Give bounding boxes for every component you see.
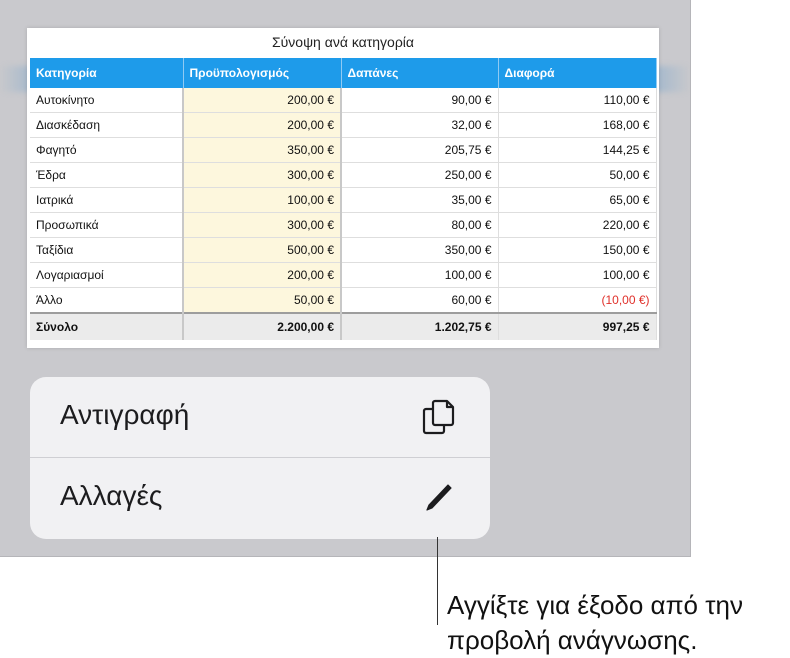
- difference-cell-negative: (10,00 €): [498, 287, 657, 314]
- category-cell: Έδρα: [30, 162, 184, 188]
- difference-cell: 65,00 €: [498, 187, 657, 213]
- summary-table: Κατηγορία Προϋπολογισμός Δαπάνες Διαφορά…: [30, 58, 657, 340]
- budget-cell: 100,00 €: [183, 187, 342, 213]
- expenses-cell: 350,00 €: [341, 237, 499, 263]
- edit-label: Αλλαγές: [60, 480, 163, 511]
- header-difference: Διαφορά: [498, 58, 657, 88]
- budget-cell: 350,00 €: [183, 137, 342, 163]
- copy-label: Αντιγραφή: [60, 399, 190, 430]
- budget-cell: 200,00 €: [183, 112, 342, 138]
- budget-cell: 50,00 €: [183, 287, 342, 314]
- expenses-cell: 90,00 €: [341, 88, 499, 113]
- total-expenses: 1.202,75 €: [341, 312, 499, 340]
- header-expenses: Δαπάνες: [341, 58, 499, 88]
- copy-icon: [422, 399, 455, 435]
- total-label: Σύνολο: [30, 312, 184, 340]
- header-budget: Προϋπολογισμός: [183, 58, 342, 88]
- table-row: Φαγητό 350,00 € 205,75 € 144,25 €: [30, 137, 657, 163]
- edit-menu-item[interactable]: Αλλαγές: [30, 458, 490, 538]
- table-row: Άλλο 50,00 € 60,00 € (10,00 €): [30, 287, 657, 314]
- table-row: Ιατρικά 100,00 € 35,00 € 65,00 €: [30, 187, 657, 213]
- header-category: Κατηγορία: [30, 58, 184, 88]
- budget-cell: 500,00 €: [183, 237, 342, 263]
- table-header-row: Κατηγορία Προϋπολογισμός Δαπάνες Διαφορά: [30, 58, 657, 88]
- table-title: Σύνοψη ανά κατηγορία: [271, 34, 415, 50]
- context-menu: Αντιγραφή Αλλαγές: [30, 377, 490, 539]
- difference-cell: 220,00 €: [498, 212, 657, 238]
- expenses-cell: 100,00 €: [341, 262, 499, 288]
- table-row: Έδρα 300,00 € 250,00 € 50,00 €: [30, 162, 657, 188]
- total-row: Σύνολο 2.200,00 € 1.202,75 € 997,25 €: [30, 312, 657, 340]
- category-cell: Φαγητό: [30, 137, 184, 163]
- table-row: Λογαριασμοί 200,00 € 100,00 € 100,00 €: [30, 262, 657, 288]
- pencil-icon: [426, 484, 452, 511]
- category-cell: Άλλο: [30, 287, 184, 314]
- summary-table-card: Σύνοψη ανά κατηγορία Κατηγορία Προϋπολογ…: [27, 28, 659, 348]
- budget-cell: 300,00 €: [183, 162, 342, 188]
- category-cell: Ταξίδια: [30, 237, 184, 263]
- difference-cell: 168,00 €: [498, 112, 657, 138]
- table-row: Προσωπικά 300,00 € 80,00 € 220,00 €: [30, 212, 657, 238]
- total-difference: 997,25 €: [498, 312, 657, 340]
- difference-cell: 144,25 €: [498, 137, 657, 163]
- table-row: Διασκέδαση 200,00 € 32,00 € 168,00 €: [30, 112, 657, 138]
- total-budget: 2.200,00 €: [183, 312, 342, 340]
- callout-line: [437, 537, 438, 625]
- difference-cell: 110,00 €: [498, 88, 657, 113]
- table-row: Αυτοκίνητο 200,00 € 90,00 € 110,00 €: [30, 88, 657, 113]
- budget-cell: 200,00 €: [183, 262, 342, 288]
- category-cell: Διασκέδαση: [30, 112, 184, 138]
- difference-cell: 150,00 €: [498, 237, 657, 263]
- callout-text: Αγγίξτε για έξοδο από την προβολή ανάγνω…: [447, 590, 743, 655]
- category-cell: Ιατρικά: [30, 187, 184, 213]
- expenses-cell: 250,00 €: [341, 162, 499, 188]
- budget-cell: 300,00 €: [183, 212, 342, 238]
- expenses-cell: 32,00 €: [341, 112, 499, 138]
- category-cell: Αυτοκίνητο: [30, 88, 184, 113]
- expenses-cell: 60,00 €: [341, 287, 499, 314]
- expenses-cell: 80,00 €: [341, 212, 499, 238]
- difference-cell: 100,00 €: [498, 262, 657, 288]
- budget-cell: 200,00 €: [183, 88, 342, 113]
- expenses-cell: 205,75 €: [341, 137, 499, 163]
- expenses-cell: 35,00 €: [341, 187, 499, 213]
- copy-menu-item[interactable]: Αντιγραφή: [30, 377, 490, 458]
- category-cell: Λογαριασμοί: [30, 262, 184, 288]
- table-row: Ταξίδια 500,00 € 350,00 € 150,00 €: [30, 237, 657, 263]
- category-cell: Προσωπικά: [30, 212, 184, 238]
- ipad-screen: Σύνοψη ανά κατηγορία Κατηγορία Προϋπολογ…: [0, 0, 691, 557]
- difference-cell: 50,00 €: [498, 162, 657, 188]
